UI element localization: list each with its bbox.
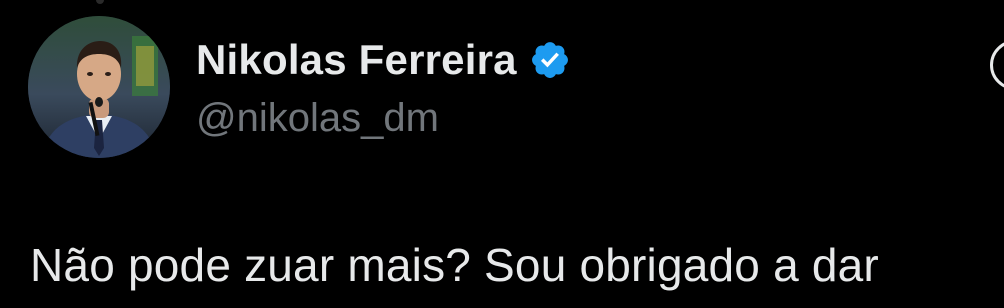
top-edge-mark (96, 0, 104, 4)
more-options-icon[interactable] (990, 40, 1004, 90)
author-handle[interactable]: @nikolas_dm (196, 96, 571, 141)
author-display-name[interactable]: Nikolas Ferreira (196, 36, 517, 84)
tweet-text: Não pode zuar mais? Sou obrigado a dar (30, 239, 879, 291)
avatar-image (28, 16, 170, 158)
tweet-card: Nikolas Ferreira @nikolas_dm Não pode zu… (0, 0, 1004, 308)
verified-badge-icon[interactable] (529, 39, 571, 81)
avatar[interactable] (28, 16, 170, 158)
tweet-header: Nikolas Ferreira @nikolas_dm (196, 30, 571, 141)
name-row: Nikolas Ferreira (196, 30, 571, 90)
